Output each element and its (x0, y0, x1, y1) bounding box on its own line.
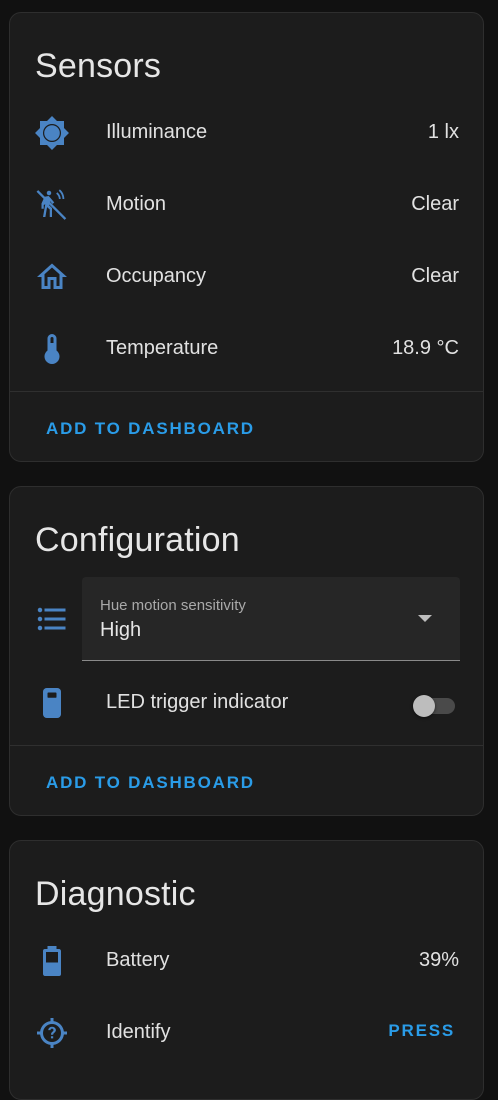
diagnostic-title: Diagnostic (35, 875, 196, 913)
sensor-label: Illuminance (106, 121, 208, 143)
thermometer-icon (34, 331, 70, 367)
sensor-label: Occupancy (106, 265, 207, 287)
sensors-title: Sensors (35, 47, 162, 85)
toggle-thumb (413, 695, 435, 717)
select-label: Hue motion sensitivity (100, 597, 246, 614)
diagnostic-card: Diagnostic Battery 39% Identify PRESS (9, 840, 484, 1100)
sensor-row-illuminance[interactable]: Illuminance 1 lx (10, 97, 483, 169)
led-indicator-icon (34, 685, 70, 721)
add-to-dashboard-button[interactable]: ADD TO DASHBOARD (46, 769, 255, 797)
motion-sensor-off-icon (34, 187, 70, 223)
home-outline-icon (34, 259, 70, 295)
diagnostic-label: Identify (106, 1021, 171, 1043)
configuration-title: Configuration (35, 521, 240, 559)
configuration-card: Configuration Hue motion sensitivity Hig… (9, 486, 484, 816)
sensors-card: Sensors Illuminance 1 lx Motion Clear Oc… (9, 12, 484, 462)
identify-press-button[interactable]: PRESS (388, 1021, 455, 1041)
list-icon (34, 601, 70, 637)
sensor-label: Motion (106, 193, 167, 215)
battery-icon (34, 943, 70, 979)
select-value: High (100, 619, 142, 641)
card-divider (10, 391, 483, 392)
sensor-value: 18.9 °C (392, 337, 459, 359)
diagnostic-row-identify: Identify PRESS (10, 997, 483, 1069)
identify-icon (34, 1015, 70, 1051)
sensitivity-select[interactable]: Hue motion sensitivity High (82, 577, 460, 661)
toggle-label: LED trigger indicator (106, 691, 289, 713)
led-indicator-row: LED trigger indicator (10, 667, 483, 739)
diagnostic-row-battery[interactable]: Battery 39% (10, 925, 483, 997)
sensor-row-occupancy[interactable]: Occupancy Clear (10, 241, 483, 313)
sensor-value: Clear (411, 265, 459, 287)
battery-value: 39% (418, 949, 459, 971)
sensor-value: Clear (411, 193, 459, 215)
dropdown-caret-icon (418, 615, 432, 622)
card-divider (10, 745, 483, 746)
led-trigger-toggle[interactable] (413, 692, 455, 717)
brightness-icon (34, 115, 70, 151)
sensor-row-temperature[interactable]: Temperature 18.9 °C (10, 313, 483, 385)
sensor-row-motion[interactable]: Motion Clear (10, 169, 483, 241)
sensor-value: 1 lx (427, 121, 459, 143)
add-to-dashboard-button[interactable]: ADD TO DASHBOARD (46, 415, 255, 443)
diagnostic-label: Battery (106, 949, 170, 971)
sensor-label: Temperature (106, 337, 219, 359)
